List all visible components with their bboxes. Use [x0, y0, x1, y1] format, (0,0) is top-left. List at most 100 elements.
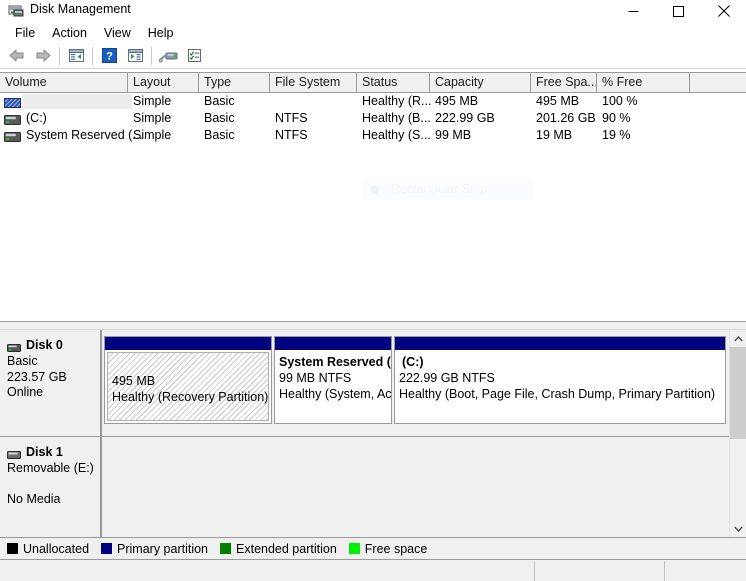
disk-title-0: Disk 0 — [26, 338, 63, 352]
svg-text:?: ? — [106, 51, 113, 63]
disk-state-1: No Media — [7, 491, 61, 506]
disk-partitions-0: 495 MB Healthy (Recovery Partition) Syst… — [104, 330, 730, 436]
partition-recovery[interactable]: 495 MB Healthy (Recovery Partition) — [104, 336, 272, 424]
partition-bar — [105, 337, 271, 350]
disk-info-1[interactable]: Disk 1 Removable (E:) No Media — [0, 437, 102, 537]
legend: Unallocated Primary partition Extended p… — [0, 537, 746, 560]
disk-row-1[interactable]: Disk 1 Removable (E:) No Media — [0, 437, 730, 537]
column-blank[interactable] — [690, 73, 746, 92]
status-divider — [664, 561, 665, 581]
disk-icon — [7, 448, 21, 459]
rescan-disks-button[interactable] — [155, 44, 181, 68]
volume-name-cell: (C:) — [4, 110, 47, 127]
toolbar-separator — [59, 46, 60, 65]
table-row[interactable]: (C:) Simple Basic NTFS Healthy (B... 222… — [0, 110, 746, 127]
column-free-space[interactable]: Free Spa... — [531, 73, 597, 92]
pane-splitter[interactable] — [0, 321, 746, 330]
column-type[interactable]: Type — [199, 73, 270, 92]
partition-bar — [275, 337, 391, 350]
cell-percent-free: 19 % — [602, 128, 631, 142]
minimize-button[interactable] — [611, 0, 656, 22]
partition-title: (C:) — [402, 355, 424, 369]
legend-extended-partition: Extended partition — [220, 542, 337, 556]
column-capacity[interactable]: Capacity — [430, 73, 531, 92]
back-button[interactable] — [4, 44, 30, 68]
recovery-partition-icon — [4, 97, 21, 108]
toolbar-separator — [151, 46, 152, 65]
window-title: Disk Management — [30, 2, 131, 16]
disk-size-0: 223.57 GB — [7, 369, 67, 384]
partition-body: 495 MB Healthy (Recovery Partition) — [107, 352, 269, 421]
legend-label-extended: Extended partition — [236, 541, 337, 556]
menu-action[interactable]: Action — [44, 24, 96, 42]
menu-view[interactable]: View — [96, 24, 140, 42]
cell-layout: Simple — [133, 128, 172, 142]
cell-layout: Simple — [133, 94, 172, 108]
status-divider — [534, 561, 535, 581]
cell-capacity: 495 MB — [435, 94, 479, 108]
legend-swatch-free — [348, 543, 360, 554]
maximize-button[interactable] — [656, 0, 701, 22]
partition-status-line: Healthy (Boot, Page File, Crash Dump, Pr… — [399, 387, 716, 401]
properties-button[interactable] — [181, 44, 207, 68]
graphical-pane-scrollbar[interactable] — [729, 330, 746, 537]
partition-c[interactable]: (C:) 222.99 GB NTFS Healthy (Boot, Page … — [394, 336, 726, 424]
partition-title: System Reserved ( — [279, 355, 391, 369]
partition-size-line: 495 MB — [112, 374, 156, 388]
help-button[interactable]: ? — [96, 44, 122, 68]
cell-layout: Simple — [133, 111, 172, 125]
show-hide-action-pane-button[interactable] — [122, 44, 148, 68]
legend-free-space: Free space — [348, 541, 428, 556]
disk-management-icon — [8, 3, 24, 19]
disk-info-0[interactable]: Disk 0 Basic 223.57 GB Online — [0, 330, 102, 436]
volume-name-label: System Reserved (... — [26, 128, 143, 142]
legend-label-primary: Primary partition — [117, 541, 209, 556]
cell-capacity: 99 MB — [435, 128, 472, 142]
volume-icon — [4, 114, 21, 125]
row-selection-highlight — [22, 94, 132, 109]
menu-bar: File Action View Help — [0, 22, 746, 43]
partition-status-line: Healthy (Recovery Partition) — [112, 390, 269, 404]
scroll-down-icon[interactable] — [730, 520, 746, 537]
menu-help[interactable]: Help — [140, 24, 183, 42]
cell-percent-free: 90 % — [602, 111, 631, 125]
cell-free-space: 201.26 GB — [536, 111, 596, 125]
column-file-system[interactable]: File System — [270, 73, 357, 92]
cell-status: Healthy (S... — [362, 128, 431, 142]
scroll-up-icon[interactable] — [730, 330, 746, 347]
partition-system-reserved[interactable]: System Reserved ( 99 MB NTFS Healthy (Sy… — [274, 336, 392, 424]
volume-list-header: Volume Layout Type File System Status Ca… — [0, 72, 746, 93]
table-row[interactable]: Simple Basic Healthy (R... 495 MB 495 MB… — [0, 93, 746, 110]
cell-capacity: 222.99 GB — [435, 111, 495, 125]
graphical-disk-pane: Disk 0 Basic 223.57 GB Online 495 MB Hea… — [0, 330, 746, 537]
forward-button[interactable] — [30, 44, 56, 68]
partition-body: System Reserved ( 99 MB NTFS Healthy (Sy… — [275, 350, 391, 423]
disk-row-0[interactable]: Disk 0 Basic 223.57 GB Online 495 MB Hea… — [0, 330, 730, 437]
disk-state-0: Online — [7, 385, 44, 399]
volume-name-label: (C:) — [26, 111, 47, 125]
legend-swatch-primary — [101, 543, 113, 554]
scrollbar-thumb[interactable] — [730, 347, 746, 439]
legend-label-free: Free space — [364, 541, 428, 556]
title-bar: Disk Management — [0, 0, 746, 22]
disk-type-1: Removable (E:) — [7, 461, 94, 475]
column-volume[interactable]: Volume — [0, 73, 128, 92]
cell-status: Healthy (R... — [362, 94, 432, 108]
partition-bar — [395, 337, 725, 350]
cell-status: Healthy (B... — [362, 111, 431, 125]
legend-primary-partition: Primary partition — [101, 542, 208, 556]
legend-label-unallocated: Unallocated — [23, 541, 90, 556]
menu-file[interactable]: File — [7, 24, 44, 42]
close-button[interactable] — [701, 0, 746, 22]
column-percent-free[interactable]: % Free — [597, 73, 690, 92]
disk-icon — [7, 341, 21, 352]
show-hide-console-tree-button[interactable] — [63, 44, 89, 68]
cell-type: Basic — [204, 94, 235, 108]
table-row[interactable]: System Reserved (... Simple Basic NTFS H… — [0, 127, 746, 144]
column-layout[interactable]: Layout — [128, 73, 199, 92]
column-status[interactable]: Status — [357, 73, 430, 92]
legend-swatch-unallocated — [7, 543, 18, 554]
volume-list: Simple Basic Healthy (R... 495 MB 495 MB… — [0, 93, 746, 321]
disk-management-window: Disk Management File Action View Help ? … — [0, 0, 746, 581]
toolbar-separator — [92, 46, 93, 65]
